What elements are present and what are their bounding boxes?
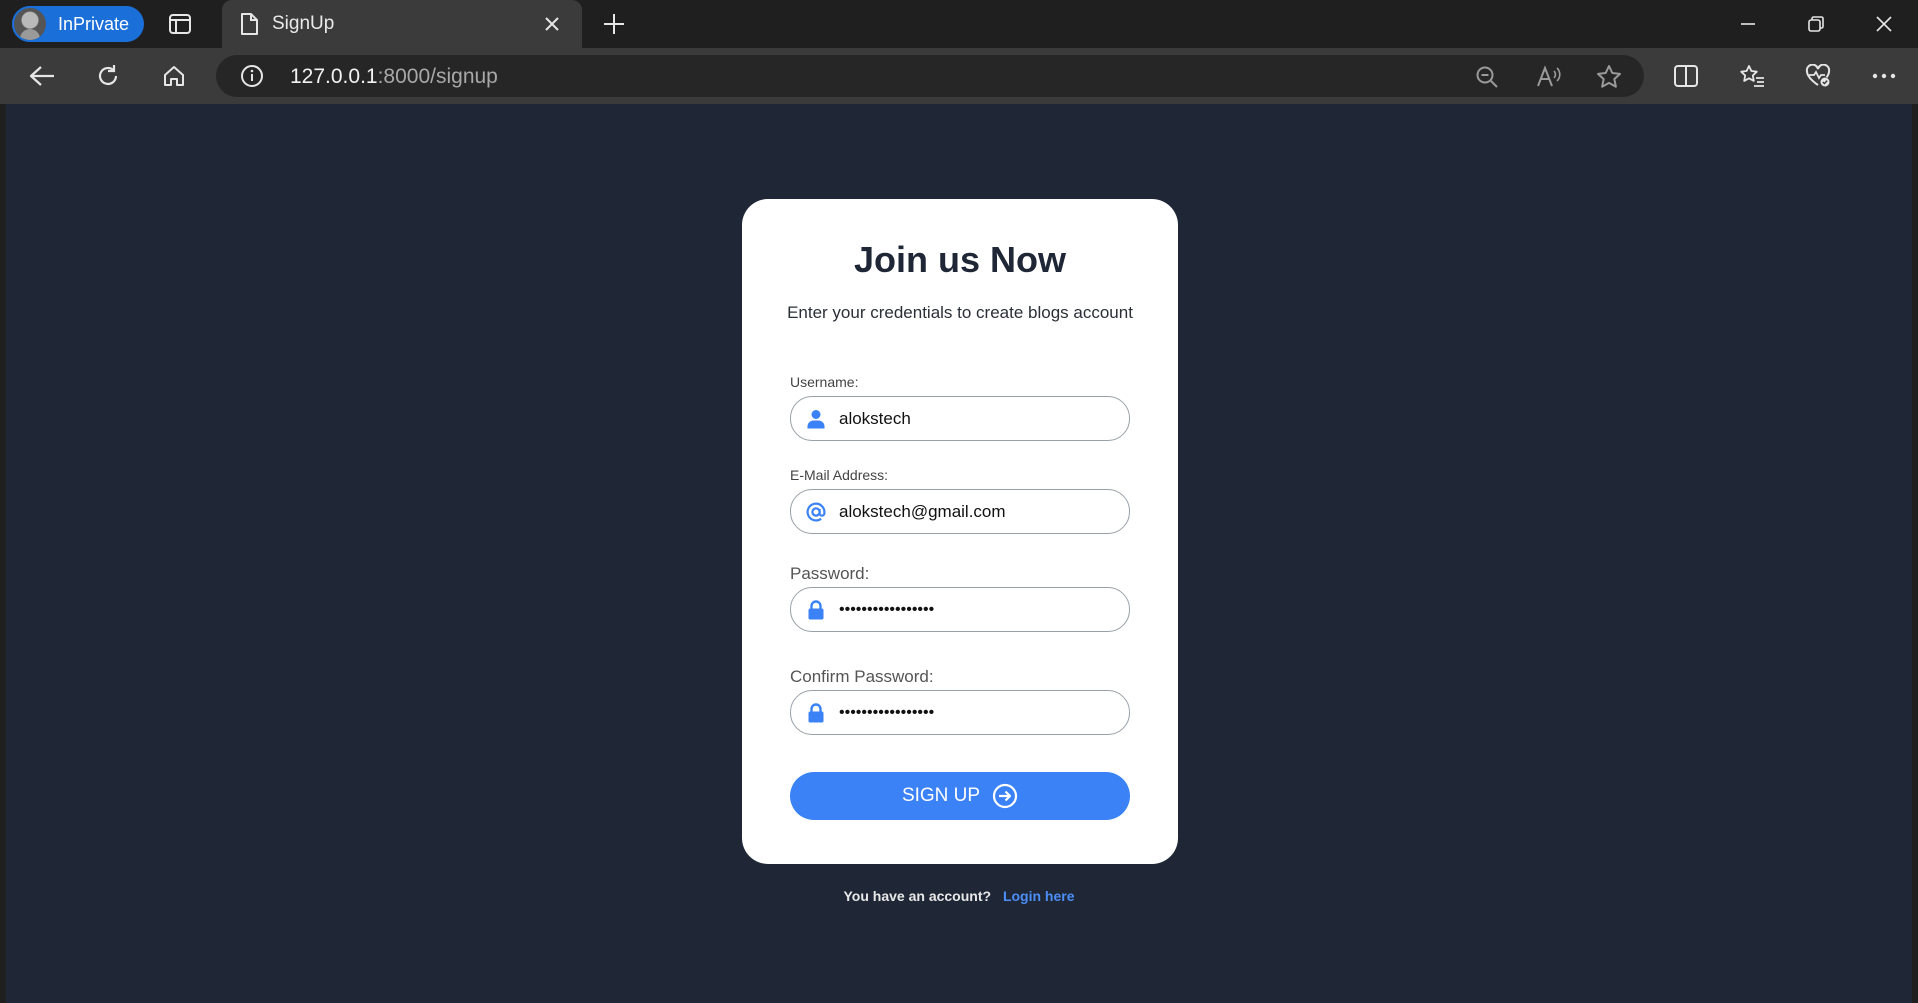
browser-toolbar: 127.0.0.1:8000/signup — [0, 48, 1918, 104]
url-text[interactable]: 127.0.0.1:8000/signup — [290, 65, 498, 89]
inprivate-label: InPrivate — [58, 13, 130, 34]
signup-card: Join us Now Enter your credentials to cr… — [742, 199, 1178, 864]
signup-button-label: SIGN UP — [901, 785, 981, 806]
tab-title: SignUp — [272, 13, 335, 34]
password-input[interactable] — [839, 588, 1119, 631]
browser-essentials-icon[interactable] — [1800, 60, 1836, 92]
url-path: :8000/signup — [377, 65, 498, 88]
profile-avatar — [12, 6, 48, 42]
email-input[interactable] — [839, 490, 1119, 533]
signup-button[interactable]: SIGN UP — [790, 772, 1130, 820]
refresh-icon[interactable] — [90, 60, 126, 92]
page-subtitle: Enter your credentials to create blogs a… — [787, 303, 1133, 322]
url-host: 127.0.0.1 — [290, 65, 378, 88]
restore-icon[interactable] — [1796, 8, 1836, 40]
lock-icon — [805, 702, 827, 724]
back-icon[interactable] — [24, 60, 60, 92]
tab-signup[interactable]: SignUp — [222, 0, 582, 48]
minimize-icon[interactable] — [1728, 8, 1768, 40]
close-tab-icon[interactable] — [540, 12, 564, 36]
password-label: Password: — [790, 564, 870, 583]
page-viewport: Join us Now Enter your credentials to cr… — [6, 104, 1912, 1003]
at-sign-icon — [805, 501, 827, 523]
email-label: E-Mail Address: — [790, 467, 889, 483]
read-aloud-icon[interactable] — [1536, 64, 1562, 90]
close-window-icon[interactable] — [1864, 8, 1904, 40]
page-title: Join us Now — [853, 239, 1066, 280]
user-icon — [805, 408, 827, 430]
address-bar[interactable]: 127.0.0.1:8000/signup — [216, 55, 1644, 97]
username-input[interactable] — [839, 397, 1119, 440]
new-tab-icon[interactable] — [600, 10, 628, 38]
password-field[interactable] — [790, 587, 1130, 632]
arrow-circle-right-icon — [992, 783, 1018, 809]
confirm-password-label: Confirm Password: — [790, 667, 934, 686]
favorite-star-icon[interactable] — [1596, 64, 1622, 90]
lock-icon — [805, 599, 827, 621]
login-prompt: You have an account? Login here — [6, 888, 1912, 904]
username-field[interactable] — [790, 396, 1130, 441]
confirm-password-field[interactable] — [790, 690, 1130, 735]
username-label: Username: — [790, 374, 859, 390]
tab-actions-icon[interactable] — [166, 12, 194, 36]
login-prompt-text: You have an account? — [843, 888, 992, 904]
favorites-icon[interactable] — [1734, 60, 1770, 92]
email-field[interactable] — [790, 489, 1130, 534]
split-screen-icon[interactable] — [1668, 60, 1704, 92]
confirm-password-input[interactable] — [839, 691, 1119, 734]
page-icon — [240, 13, 258, 35]
home-icon[interactable] — [156, 60, 192, 92]
site-info-icon[interactable] — [240, 64, 264, 88]
login-link[interactable]: Login here — [1003, 888, 1075, 904]
more-options-icon[interactable] — [1866, 60, 1902, 92]
inprivate-profile-button[interactable]: InPrivate — [12, 6, 144, 42]
browser-tab-bar: InPrivate SignUp — [0, 0, 1918, 48]
zoom-out-icon[interactable] — [1474, 64, 1500, 90]
